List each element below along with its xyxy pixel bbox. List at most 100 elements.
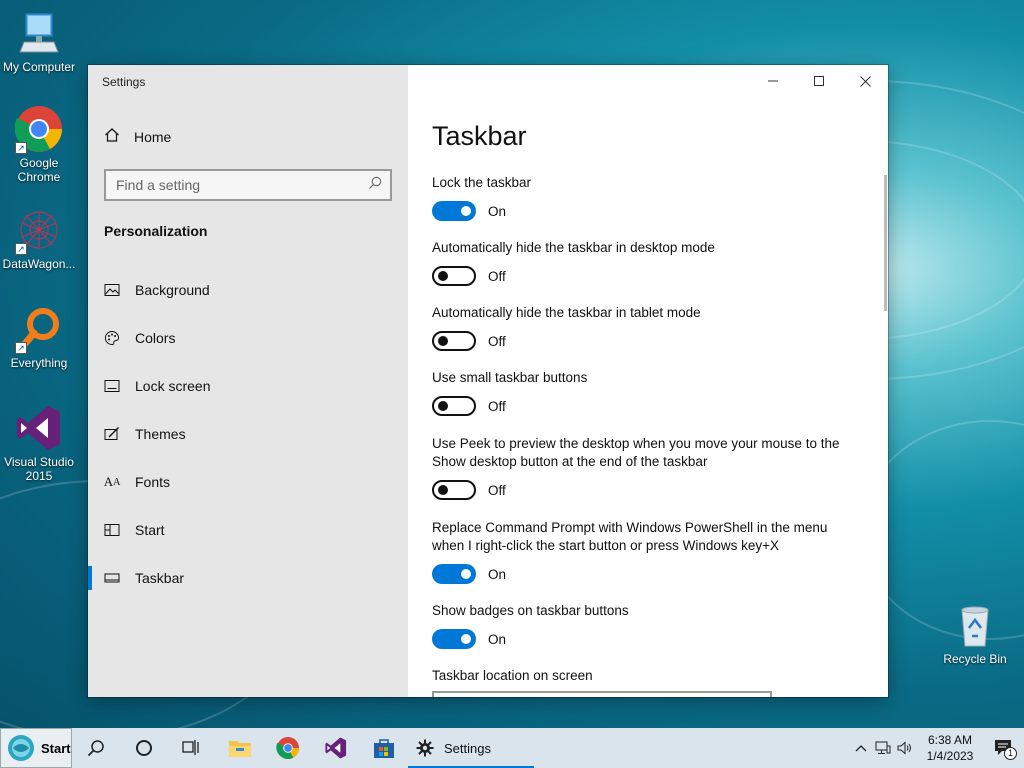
taskbar-visual-studio[interactable] [312,728,360,768]
start-icon [104,522,120,538]
setting-label: Lock the taskbar [432,175,532,190]
close-button[interactable] [842,65,888,97]
fonts-icon: AA [103,474,121,489]
toggle-state: Off [488,268,506,284]
setting-small-buttons: Use small taskbar buttons Off [432,369,862,416]
sidebar-item-start[interactable]: Start [88,506,408,554]
volume-button[interactable] [894,728,916,768]
visual-studio-icon [325,737,347,759]
network-button[interactable] [872,728,894,768]
autohide-tablet-toggle[interactable] [432,331,476,351]
action-center-button[interactable]: 1 [984,728,1024,768]
setting-autohide-tablet: Automatically hide the taskbar in tablet… [432,304,862,351]
search-input[interactable] [116,177,368,193]
folder-icon [229,741,251,757]
powershell-toggle[interactable] [432,564,476,584]
close-icon [859,75,871,87]
desktop-icon-datawagon[interactable]: ↗ DataWagon... [0,205,78,271]
desktop-icon-label: Recycle Bin [943,652,1007,666]
sidebar-item-lock-screen[interactable]: Lock screen [88,362,408,410]
desktop-icon-my-computer[interactable]: My Computer [0,8,78,74]
setting-taskbar-location: Taskbar location on screen [432,667,862,685]
setting-label: Replace Command Prompt with Windows Powe… [432,520,828,553]
sidebar-item-taskbar[interactable]: Taskbar [88,554,408,602]
sidebar-item-themes[interactable]: Themes [88,410,408,458]
palette-icon [104,330,120,346]
window-controls [750,65,888,97]
page-title: Taskbar [432,121,527,151]
desktop-icon-visual-studio[interactable]: Visual Studio 2015 [0,403,78,483]
setting-label: Use small taskbar buttons [432,370,588,385]
store-bag-icon [374,739,394,758]
desktop-icon-label: My Computer [2,60,76,74]
search-icon [87,740,104,757]
shortcut-arrow-icon: ↗ [15,243,27,255]
minimize-button[interactable] [750,65,796,97]
setting-label: Taskbar location on screen [432,668,593,683]
chrome-icon: ↗ [14,104,64,154]
taskbar-search-button[interactable] [72,728,120,768]
setting-peek: Use Peek to preview the desktop when you… [432,435,862,500]
taskbar-store[interactable] [360,728,408,768]
desktop-icon-label: Visual Studio 2015 [4,455,74,483]
network-icon [875,741,891,754]
taskbar-app-label: Settings [444,740,491,756]
cortana-button[interactable] [120,728,168,768]
desktop-icon-label: DataWagon... [2,257,76,271]
taskbar-settings-app[interactable]: Settings [408,728,534,768]
start-button[interactable]: Start [0,728,72,768]
show-hidden-icons-button[interactable] [850,728,872,768]
setting-label: Show badges on taskbar buttons [432,603,629,618]
notification-count-badge: 1 [1004,747,1017,760]
lock-screen-icon [104,378,120,394]
setting-autohide-desktop: Automatically hide the taskbar in deskto… [432,239,862,286]
toggle-state: On [488,566,507,582]
search-icon[interactable] [368,176,382,195]
autohide-desktop-toggle[interactable] [432,266,476,286]
badges-toggle[interactable] [432,629,476,649]
themes-icon [104,426,120,442]
search-box[interactable] [104,169,392,201]
sidebar-item-label: Fonts [135,474,171,490]
system-tray: 6:38 AM 1/4/2023 1 [850,728,1024,768]
minimize-icon [768,80,778,82]
clock[interactable]: 6:38 AM 1/4/2023 [920,732,980,764]
desktop-icon-everything[interactable]: ↗ Everything [0,304,78,370]
toggle-state: On [488,631,507,647]
lock-taskbar-toggle[interactable] [432,201,476,221]
desktop-icon-recycle-bin[interactable]: Recycle Bin [936,600,1014,666]
picture-icon [104,282,120,298]
setting-lock-taskbar: Lock the taskbar On [432,174,862,221]
setting-badges: Show badges on taskbar buttons On [432,602,862,649]
peek-toggle[interactable] [432,480,476,500]
home-icon [104,127,120,146]
setting-label: Automatically hide the taskbar in deskto… [432,240,715,255]
start-orb-icon [8,735,34,761]
sidebar-item-home[interactable]: Home [104,127,171,146]
scrollbar[interactable] [884,175,887,311]
shortcut-arrow-icon: ↗ [15,342,27,354]
settings-content: Taskbar Lock the taskbar On Automaticall… [408,65,888,697]
sidebar-item-colors[interactable]: Colors [88,314,408,362]
taskbar-location-dropdown[interactable] [432,691,772,697]
taskbar-chrome[interactable] [264,728,312,768]
desktop-icon-google-chrome[interactable]: ↗ Google Chrome [0,104,78,184]
settings-window: Settings Home Personalization Background [88,65,888,697]
task-view-button[interactable] [168,728,216,768]
start-label: Start [41,740,71,756]
datawagon-icon: ↗ [14,205,64,255]
desktop-icon-label: Google Chrome [17,156,61,184]
desktop-icon-label: Everything [10,356,68,370]
taskbar-file-explorer[interactable] [216,728,264,768]
small-buttons-toggle[interactable] [432,396,476,416]
speaker-icon [897,741,911,755]
cortana-circle-icon [136,740,152,756]
toggle-state: Off [488,333,506,349]
sidebar-item-fonts[interactable]: AA Fonts [88,458,408,506]
sidebar-item-label: Start [135,522,165,538]
clock-time: 6:38 AM [927,733,973,747]
toggle-state: Off [488,482,506,498]
maximize-button[interactable] [796,65,842,97]
sidebar-item-background[interactable]: Background [88,266,408,314]
maximize-icon [814,76,824,86]
